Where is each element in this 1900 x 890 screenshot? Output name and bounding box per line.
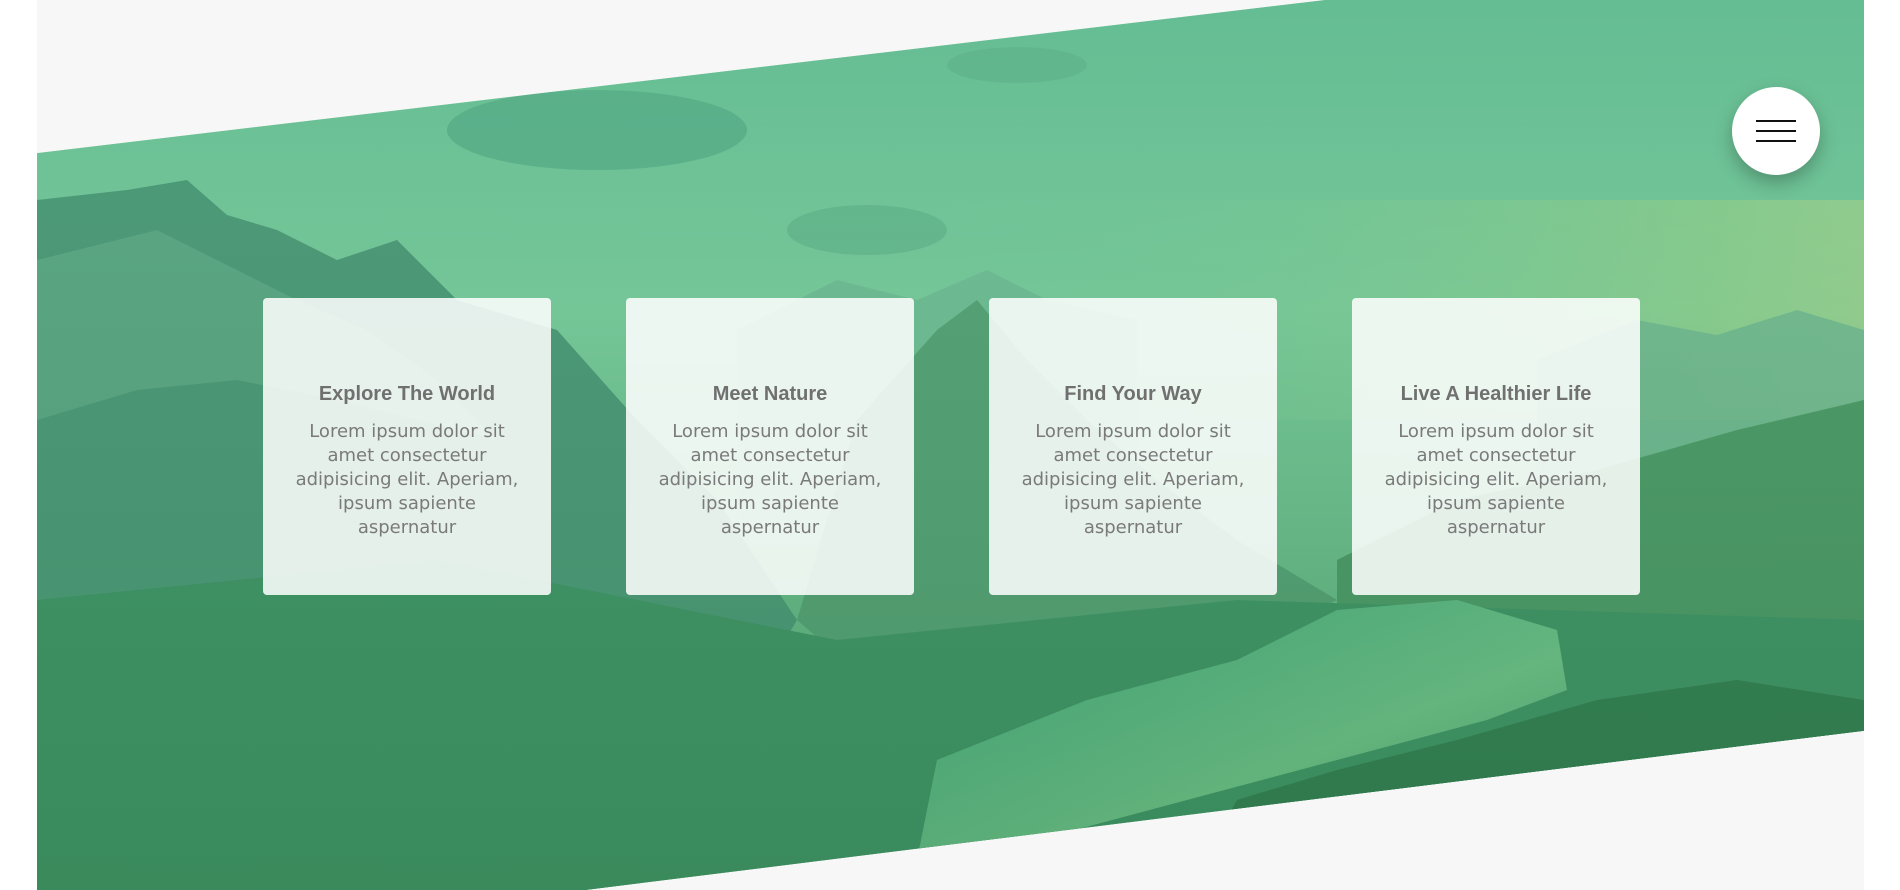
feature-cards: Explore The World Lorem ipsum dolor sit … [263, 298, 1640, 595]
feature-card: Find Your Way Lorem ipsum dolor sit amet… [989, 298, 1277, 595]
card-title: Meet Nature [712, 383, 828, 405]
card-title: Find Your Way [1064, 383, 1202, 405]
feature-card: Meet Nature Lorem ipsum dolor sit amet c… [626, 298, 914, 595]
feature-card: Explore The World Lorem ipsum dolor sit … [263, 298, 551, 595]
hamburger-menu-icon [1756, 120, 1796, 142]
card-text: Lorem ipsum dolor sit amet consectetur a… [1021, 421, 1245, 538]
card-title: Explore The World [318, 383, 496, 405]
card-title: Live A Healthier Life [1400, 383, 1592, 405]
card-text: Lorem ipsum dolor sit amet consectetur a… [658, 421, 882, 538]
card-text: Lorem ipsum dolor sit amet consectetur a… [1384, 421, 1608, 538]
card-text: Lorem ipsum dolor sit amet consectetur a… [295, 421, 519, 538]
page: Explore The World Lorem ipsum dolor sit … [37, 0, 1864, 890]
feature-card: Live A Healthier Life Lorem ipsum dolor … [1352, 298, 1640, 595]
menu-button[interactable] [1732, 87, 1820, 175]
